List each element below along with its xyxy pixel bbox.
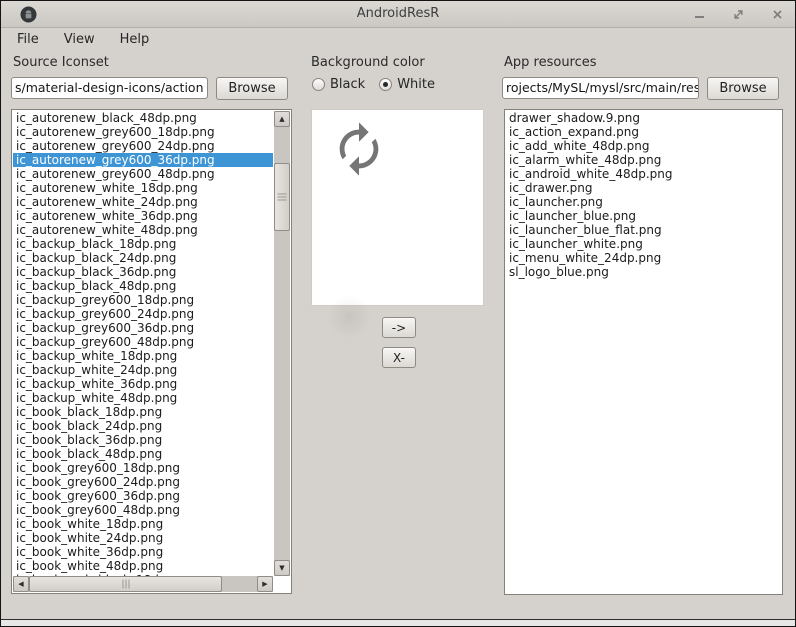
source-file-rows: ic_autorenew_black_48dp.pngic_autorenew_… [13, 111, 273, 576]
resources-path-input[interactable]: rojects/MySL/mysl/src/main/res [502, 77, 699, 99]
resources-file-list: drawer_shadow.9.pngic_action_expand.pngi… [504, 109, 783, 595]
radio-white[interactable]: White [379, 77, 435, 92]
thumb-grip [278, 194, 287, 201]
list-item[interactable]: ic_book_grey600_36dp.png [13, 489, 273, 503]
source-path-input[interactable]: s/material-design-icons/action [11, 77, 208, 99]
list-item[interactable]: ic_autorenew_white_48dp.png [13, 223, 273, 237]
list-item[interactable]: ic_add_white_48dp.png [506, 139, 781, 153]
list-item[interactable]: ic_book_white_48dp.png [13, 559, 273, 573]
list-item[interactable]: ic_android_white_48dp.png [506, 167, 781, 181]
list-item[interactable]: ic_autorenew_black_48dp.png [13, 111, 273, 125]
list-item[interactable]: ic_backup_white_48dp.png [13, 391, 273, 405]
list-item[interactable]: ic_action_expand.png [506, 125, 781, 139]
list-item[interactable]: ic_launcher.png [506, 195, 781, 209]
vertical-scrollbar-thumb[interactable] [274, 163, 290, 231]
list-item[interactable]: ic_backup_grey600_24dp.png [13, 307, 273, 321]
source-file-list: ic_autorenew_black_48dp.pngic_autorenew_… [11, 109, 292, 594]
list-item[interactable]: ic_launcher_blue.png [506, 209, 781, 223]
list-item[interactable]: ic_backup_white_18dp.png [13, 349, 273, 363]
minimize-button[interactable] [691, 7, 707, 23]
radio-black-label: Black [330, 77, 365, 92]
list-item[interactable]: ic_autorenew_grey600_18dp.png [13, 125, 273, 139]
maximize-button[interactable] [730, 7, 746, 23]
list-item[interactable]: ic_autorenew_white_36dp.png [13, 209, 273, 223]
radio-white-circle [379, 78, 392, 91]
source-iconset-label: Source Iconset [13, 55, 109, 70]
list-item[interactable]: ic_book_black_18dp.png [13, 405, 273, 419]
list-item[interactable]: ic_autorenew_white_24dp.png [13, 195, 273, 209]
list-item[interactable]: ic_book_grey600_48dp.png [13, 503, 273, 517]
scroll-down-button[interactable]: ▼ [274, 560, 290, 576]
background-color-radios: Black White [312, 77, 435, 92]
scroll-left-button[interactable]: ◀ [13, 576, 29, 592]
scroll-right-button[interactable]: ▶ [257, 576, 273, 592]
radio-black-circle [312, 78, 325, 91]
list-item[interactable]: ic_backup_white_24dp.png [13, 363, 273, 377]
list-item[interactable]: ic_backup_black_18dp.png [13, 237, 273, 251]
list-item[interactable]: ic_book_black_48dp.png [13, 447, 273, 461]
transfer-button[interactable]: -> [382, 317, 416, 338]
list-item[interactable]: ic_book_black_24dp.png [13, 419, 273, 433]
menu-view[interactable]: View [60, 31, 99, 48]
list-item[interactable]: ic_backup_grey600_36dp.png [13, 321, 273, 335]
list-item[interactable]: ic_book_grey600_18dp.png [13, 461, 273, 475]
menu-bar: File View Help [1, 29, 795, 49]
window-bottom-edge [1, 619, 795, 626]
maximize-icon [732, 8, 745, 21]
remove-button[interactable]: X- [382, 347, 416, 368]
icon-preview-area [311, 109, 484, 306]
app-resources-label: App resources [504, 55, 597, 70]
radio-black[interactable]: Black [312, 77, 365, 92]
resources-browse-button[interactable]: Browse [707, 77, 779, 100]
list-item[interactable]: ic_autorenew_grey600_48dp.png [13, 167, 273, 181]
list-item[interactable]: ic_autorenew_grey600_36dp.png [13, 153, 273, 167]
list-item[interactable]: ic_backup_grey600_18dp.png [13, 293, 273, 307]
window-title: AndroidResR [1, 6, 795, 21]
source-browse-button[interactable]: Browse [216, 77, 288, 100]
list-item[interactable]: ic_alarm_white_48dp.png [506, 153, 781, 167]
list-item[interactable]: ic_launcher_white.png [506, 237, 781, 251]
list-item[interactable]: ic_backup_black_36dp.png [13, 265, 273, 279]
radio-white-label: White [397, 77, 435, 92]
list-item[interactable]: ic_autorenew_grey600_24dp.png [13, 139, 273, 153]
app-window: AndroidResR File View Help Source Iconse… [0, 0, 796, 627]
list-item[interactable]: ic_book_grey600_24dp.png [13, 475, 273, 489]
scroll-up-button[interactable]: ▲ [274, 111, 290, 127]
list-item[interactable]: ic_menu_white_24dp.png [506, 251, 781, 265]
close-icon [772, 9, 783, 20]
list-item[interactable]: ic_book_white_18dp.png [13, 517, 273, 531]
minimize-icon [695, 16, 704, 18]
list-item[interactable]: ic_book_white_36dp.png [13, 545, 273, 559]
list-item[interactable]: ic_backup_black_48dp.png [13, 279, 273, 293]
close-button[interactable] [769, 7, 785, 23]
list-item[interactable]: ic_book_white_24dp.png [13, 531, 273, 545]
background-color-label: Background color [311, 55, 425, 70]
menu-file[interactable]: File [13, 31, 43, 48]
list-item[interactable]: ic_backup_black_24dp.png [13, 251, 273, 265]
list-item[interactable]: ic_backup_grey600_48dp.png [13, 335, 273, 349]
list-item[interactable]: ic_book_black_36dp.png [13, 433, 273, 447]
list-item[interactable]: ic_launcher_blue_flat.png [506, 223, 781, 237]
list-item[interactable]: ic_backup_white_36dp.png [13, 377, 273, 391]
list-item[interactable]: ic_drawer.png [506, 181, 781, 195]
titlebar: AndroidResR [1, 1, 795, 28]
menu-help[interactable]: Help [116, 31, 154, 48]
autorenew-icon [330, 120, 388, 178]
thumb-grip [122, 580, 129, 589]
list-item[interactable]: sl_logo_blue.png [506, 265, 781, 279]
horizontal-scrollbar-thumb[interactable] [29, 576, 222, 592]
window-controls [691, 1, 785, 28]
list-item[interactable]: drawer_shadow.9.png [506, 111, 781, 125]
list-item[interactable]: ic_autorenew_white_18dp.png [13, 181, 273, 195]
resources-file-rows: drawer_shadow.9.pngic_action_expand.pngi… [506, 111, 781, 593]
